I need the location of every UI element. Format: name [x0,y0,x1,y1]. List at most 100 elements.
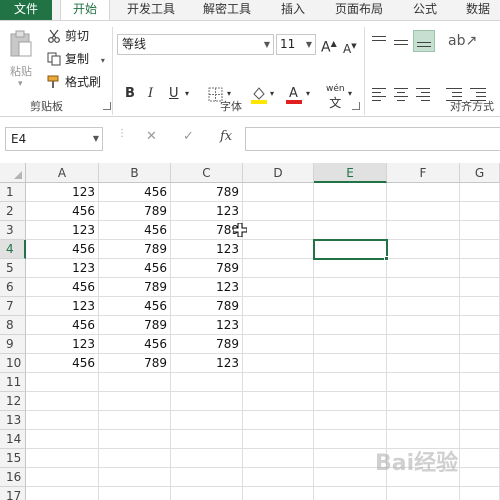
fill-handle[interactable] [384,256,389,261]
cut-button[interactable]: 剪切 [47,27,89,45]
cell-a12[interactable] [26,392,99,411]
cell-g4[interactable] [460,240,500,259]
cell-d4[interactable] [243,240,314,259]
cell-e5[interactable] [314,259,387,278]
cell-d7[interactable] [243,297,314,316]
tab-file[interactable]: 文件 [0,0,52,20]
tab-data[interactable]: 数据 [456,0,500,20]
tab-page-layout[interactable]: 页面布局 [326,0,392,20]
cell-g3[interactable] [460,221,500,240]
splitter-icon[interactable]: ⋮ [117,129,127,147]
row-header-2[interactable]: 2 [0,202,26,221]
cell-d8[interactable] [243,316,314,335]
cell-b2[interactable]: 789 [99,202,171,221]
cell-e13[interactable] [314,411,387,430]
cell-g12[interactable] [460,392,500,411]
font-launcher-icon[interactable] [352,102,360,110]
cell-d12[interactable] [243,392,314,411]
paste-button[interactable]: 粘贴 [10,63,32,79]
cell-c1[interactable]: 789 [171,183,243,202]
cell-f2[interactable] [387,202,460,221]
italic-button[interactable]: I [148,86,153,102]
row-header-12[interactable]: 12 [0,392,26,411]
bold-button[interactable]: B [125,86,135,102]
cell-f13[interactable] [387,411,460,430]
cell-c11[interactable] [171,373,243,392]
grow-font-button[interactable]: A▲ [321,36,337,56]
underline-dropdown-icon[interactable]: ▾ [185,86,189,102]
cell-a13[interactable] [26,411,99,430]
cell-e8[interactable] [314,316,387,335]
tab-decrypt[interactable]: 解密工具 [194,0,260,20]
cell-c5[interactable]: 789 [171,259,243,278]
cell-g17[interactable] [460,487,500,500]
tab-developer[interactable]: 开发工具 [118,0,184,20]
fill-color-icon[interactable] [250,84,268,104]
fill-color-dropdown-icon[interactable]: ▾ [270,86,274,102]
cell-f7[interactable] [387,297,460,316]
cell-f1[interactable] [387,183,460,202]
cell-g11[interactable] [460,373,500,392]
row-header-3[interactable]: 3 [0,221,26,240]
cell-e17[interactable] [314,487,387,500]
cell-d10[interactable] [243,354,314,373]
tab-formulas[interactable]: 公式 [404,0,446,20]
tab-home[interactable]: 开始 [60,0,110,21]
cell-d13[interactable] [243,411,314,430]
column-header-a[interactable]: A [26,163,99,183]
cell-a6[interactable]: 456 [26,278,99,297]
cell-e11[interactable] [314,373,387,392]
row-header-15[interactable]: 15 [0,449,26,468]
cell-g7[interactable] [460,297,500,316]
column-header-d[interactable]: D [243,163,314,183]
row-header-7[interactable]: 7 [0,297,26,316]
cell-c4[interactable]: 123 [171,240,243,259]
cell-d2[interactable] [243,202,314,221]
cell-f8[interactable] [387,316,460,335]
cell-a9[interactable]: 123 [26,335,99,354]
cell-c13[interactable] [171,411,243,430]
cell-f5[interactable] [387,259,460,278]
cell-g6[interactable] [460,278,500,297]
cell-a1[interactable]: 123 [26,183,99,202]
cell-d11[interactable] [243,373,314,392]
cell-a2[interactable]: 456 [26,202,99,221]
cell-a17[interactable] [26,487,99,500]
cell-c9[interactable]: 789 [171,335,243,354]
cell-f11[interactable] [387,373,460,392]
cell-d15[interactable] [243,449,314,468]
cell-d5[interactable] [243,259,314,278]
row-header-9[interactable]: 9 [0,335,26,354]
paste-icon[interactable] [9,30,33,58]
name-box[interactable]: E4 ▼ [5,127,103,151]
row-header-14[interactable]: 14 [0,430,26,449]
top-align-icon[interactable] [372,35,388,49]
paste-dropdown-icon[interactable]: ▾ [18,79,23,89]
cell-g16[interactable] [460,468,500,487]
cell-g14[interactable] [460,430,500,449]
cell-b15[interactable] [99,449,171,468]
cell-e12[interactable] [314,392,387,411]
cell-g8[interactable] [460,316,500,335]
cell-b17[interactable] [99,487,171,500]
format-painter-button[interactable]: 格式刷 [47,73,101,91]
column-header-e[interactable]: E [314,163,387,183]
copy-dropdown-icon[interactable]: ▾ [101,56,105,65]
cell-c7[interactable]: 789 [171,297,243,316]
shrink-font-button[interactable]: A▼ [343,38,357,57]
cell-c12[interactable] [171,392,243,411]
underline-button[interactable]: U [169,86,179,102]
cell-c14[interactable] [171,430,243,449]
copy-button[interactable]: 复制 ▾ [47,50,105,68]
column-header-b[interactable]: B [99,163,171,183]
cell-d16[interactable] [243,468,314,487]
cell-b7[interactable]: 456 [99,297,171,316]
cell-d17[interactable] [243,487,314,500]
cell-c17[interactable] [171,487,243,500]
cell-e3[interactable] [314,221,387,240]
phonetic-dropdown-icon[interactable]: ▾ [348,86,352,102]
cell-g1[interactable] [460,183,500,202]
column-header-f[interactable]: F [387,163,460,183]
cell-g2[interactable] [460,202,500,221]
cell-b8[interactable]: 789 [99,316,171,335]
